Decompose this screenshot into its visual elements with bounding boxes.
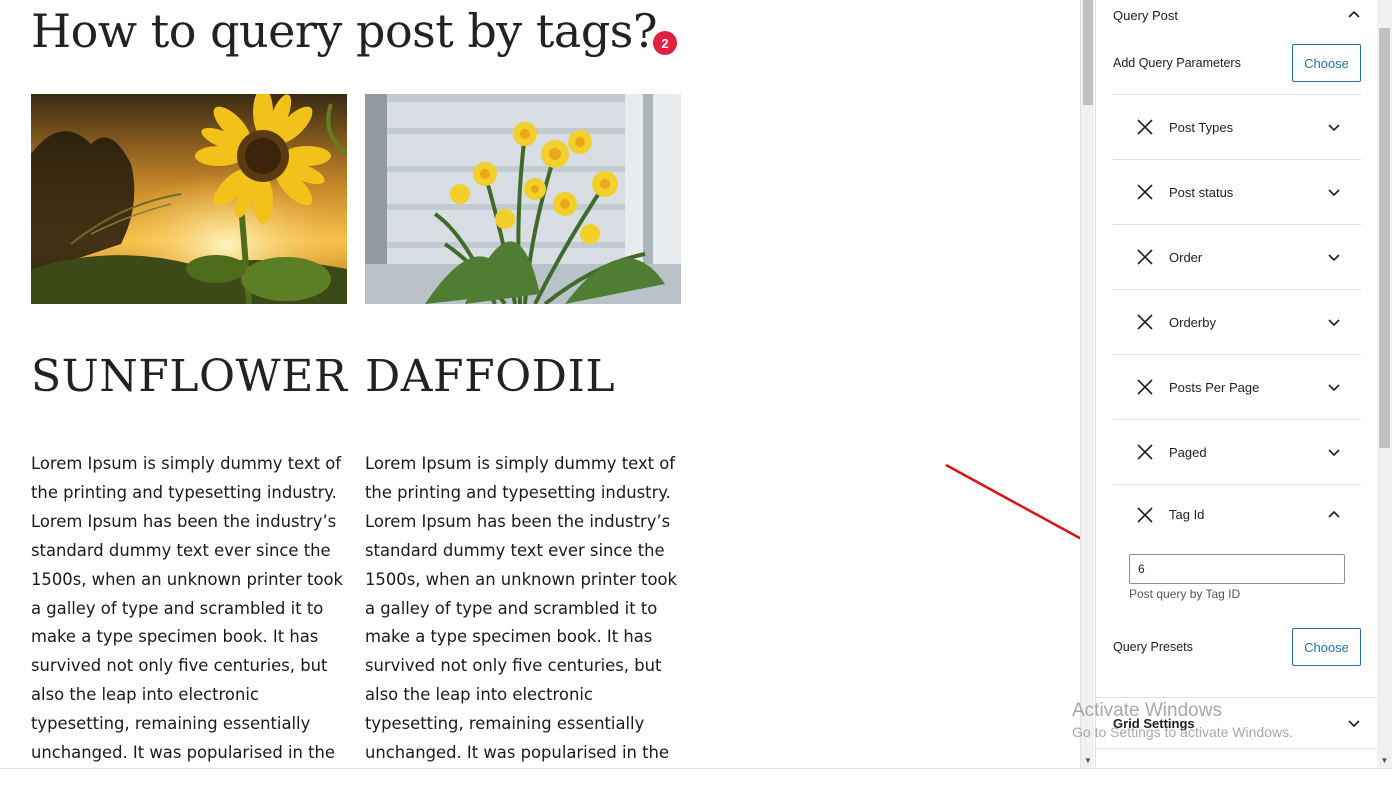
param-label: Post status — [1169, 184, 1234, 200]
param-posts-per-page[interactable]: Posts Per Page — [1113, 354, 1361, 419]
sidebar-scrollbar-thumb[interactable] — [1379, 28, 1390, 448]
editor-window: How to query post by tags? 2 SUNFLOWER L… — [0, 0, 1392, 785]
sidebar-scrollbar[interactable]: ▼ — [1377, 0, 1392, 768]
add-query-parameters-row: Add Query Parameters Choose — [1113, 44, 1361, 82]
query-presets-label: Query Presets — [1113, 640, 1193, 654]
tag-id-input[interactable]: 6 — [1129, 554, 1345, 584]
param-order[interactable]: Order — [1113, 224, 1361, 289]
choose-presets-button[interactable]: Choose — [1292, 628, 1361, 666]
close-icon[interactable] — [1136, 506, 1154, 524]
sunflower-photo[interactable] — [31, 94, 347, 304]
param-label: Paged — [1169, 444, 1207, 460]
chevron-down-icon[interactable] — [1327, 250, 1341, 264]
close-icon[interactable] — [1136, 443, 1154, 461]
scroll-down-icon[interactable]: ▼ — [1379, 756, 1390, 766]
close-icon[interactable] — [1136, 378, 1154, 396]
settings-sidebar: Query Post Add Query Parameters Choose P… — [1095, 0, 1377, 768]
param-post-status[interactable]: Post status — [1113, 159, 1361, 224]
notification-badge: 2 — [653, 31, 677, 55]
add-query-parameters-label: Add Query Parameters — [1113, 56, 1241, 70]
param-post-types[interactable]: Post Types — [1113, 94, 1361, 159]
post-title[interactable]: DAFFODIL — [365, 349, 615, 405]
tag-id-help-text: Post query by Tag ID — [1129, 587, 1241, 601]
chevron-down-icon[interactable] — [1327, 185, 1341, 199]
post-card-daffodil: DAFFODIL Lorem Ipsum is simply dummy tex… — [365, 94, 681, 762]
param-label: Order — [1169, 249, 1203, 265]
choose-parameters-button[interactable]: Choose — [1292, 44, 1361, 82]
panel-title: Query Post — [1113, 7, 1179, 23]
close-icon[interactable] — [1136, 248, 1154, 266]
post-excerpt: Lorem Ipsum is simply dummy text of the … — [365, 454, 677, 763]
post-excerpt: Lorem Ipsum is simply dummy text of the … — [31, 454, 343, 763]
scroll-down-icon[interactable]: ▼ — [1083, 756, 1093, 766]
param-label: Post Types — [1169, 119, 1234, 135]
annotation-arrow-icon — [945, 463, 1080, 540]
param-paged[interactable]: Paged — [1113, 419, 1361, 484]
bottom-status-bar — [0, 768, 1392, 785]
param-label: Posts Per Page — [1169, 379, 1260, 395]
chevron-down-icon[interactable] — [1327, 315, 1341, 329]
daffodil-photo[interactable] — [365, 94, 681, 304]
chevron-down-icon[interactable] — [1327, 445, 1341, 459]
param-label: Tag Id — [1169, 507, 1205, 522]
param-tag-id[interactable]: Tag Id — [1113, 484, 1361, 544]
query-post-panel-header[interactable]: Query Post — [1113, 0, 1361, 30]
close-icon[interactable] — [1136, 118, 1154, 136]
grid-settings-panel-header[interactable]: Grid Settings — [1096, 697, 1377, 749]
query-presets-row: Query Presets Choose — [1113, 628, 1361, 666]
param-orderby[interactable]: Orderby — [1113, 289, 1361, 354]
canvas-scrollbar-thumb[interactable] — [1083, 0, 1093, 105]
post-title[interactable]: SUNFLOWER — [31, 349, 348, 405]
chevron-up-icon[interactable] — [1327, 508, 1341, 522]
chevron-down-icon[interactable] — [1327, 120, 1341, 134]
param-label: Orderby — [1169, 314, 1216, 330]
page-title[interactable]: How to query post by tags? — [31, 2, 658, 60]
query-parameter-list: Post Types Post status Order Orderby Pos — [1113, 94, 1361, 544]
close-icon[interactable] — [1136, 183, 1154, 201]
canvas-scrollbar[interactable]: ▼ — [1080, 0, 1094, 768]
chevron-up-icon[interactable] — [1347, 8, 1361, 22]
chevron-down-icon[interactable] — [1327, 380, 1341, 394]
chevron-down-icon[interactable] — [1347, 716, 1361, 730]
close-icon[interactable] — [1136, 313, 1154, 331]
post-card-sunflower: SUNFLOWER Lorem Ipsum is simply dummy te… — [31, 94, 347, 762]
grid-settings-title: Grid Settings — [1113, 715, 1195, 731]
editor-canvas: How to query post by tags? 2 SUNFLOWER L… — [0, 0, 1080, 768]
